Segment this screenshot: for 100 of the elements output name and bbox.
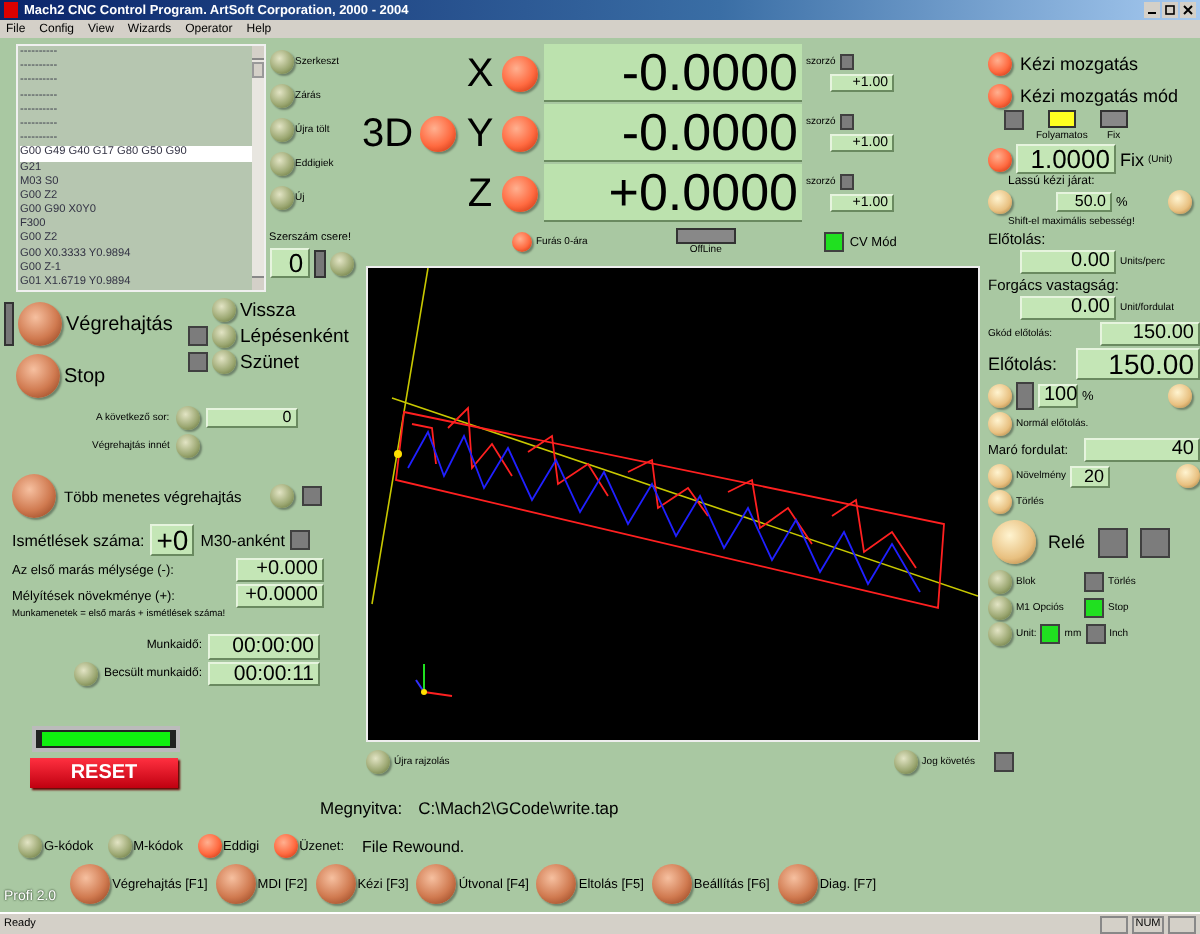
estimate-field[interactable]: 00:00:11 [208,661,320,686]
round-button[interactable] [107,834,132,858]
multiplier-indicator [839,174,854,190]
scrollbar[interactable] [251,46,264,290]
status-message: File Rewound. [362,837,465,855]
jog-mode-button[interactable] [988,84,1012,108]
round-button[interactable] [988,464,1012,488]
single-step-button[interactable] [212,324,236,348]
spindle-field[interactable]: 40 [1084,438,1200,462]
round-button[interactable] [73,661,98,686]
multipass-button[interactable] [12,474,56,518]
jog-toggle-button[interactable] [988,52,1012,76]
program-feed-field[interactable]: 150.00 [1100,322,1200,346]
jog-mode-option[interactable] [1047,110,1076,128]
run-from-here-button[interactable] [175,434,200,458]
axis-zero-button[interactable] [502,115,538,151]
axis-label: Y [464,113,496,153]
page-tab-button[interactable] [70,864,111,904]
axis-position-field[interactable]: +0.0000 [544,164,802,222]
runtime-field[interactable]: 00:00:00 [208,634,320,659]
stop-button[interactable] [16,354,60,398]
chip-load-field[interactable]: 0.00 [1020,296,1116,320]
round-button[interactable] [269,117,294,141]
page-tab-button[interactable] [777,864,818,904]
cycle-start-button[interactable] [18,302,62,346]
app-logo-icon [4,2,18,18]
jog-follow-button[interactable] [893,750,918,774]
round-button[interactable] [18,834,42,858]
relay-label: Relé [1048,532,1086,552]
axis-position-field[interactable]: -0.0000 [544,44,802,102]
cycle-start-label: Végrehajtás [66,313,173,335]
minimize-icon[interactable] [1144,2,1160,18]
page-tab-button[interactable] [315,864,356,904]
zero-button[interactable] [512,232,532,252]
page-tab-button[interactable] [536,864,577,904]
first-depth-field[interactable]: +0.000 [236,558,324,582]
unit-option[interactable] [1040,624,1061,644]
normal-feed-button[interactable] [988,412,1012,436]
jog-mode-option[interactable] [1099,110,1128,128]
unit-option[interactable] [1085,624,1106,644]
pause-button[interactable] [212,350,236,374]
pause-label: Szünet [240,351,300,373]
relay-button[interactable] [992,520,1036,564]
axis-position-field[interactable]: -0.0000 [544,104,802,162]
increase-button[interactable] [1168,190,1192,214]
step-button[interactable] [988,147,1012,171]
axis-zero-button[interactable] [502,55,538,91]
axis-label: Z [465,173,495,213]
offline-switch[interactable] [675,228,736,244]
step-mode-label: Fix [1120,149,1144,169]
spindle-increment-field[interactable]: 20 [1070,465,1111,487]
reset-button[interactable]: RESET [30,758,178,788]
feedrate-label: Előtolás: [988,354,1058,374]
m30-label: M30-anként [200,531,285,549]
axis-label: X [464,53,496,93]
round-button[interactable] [329,251,354,275]
round-button[interactable] [273,834,298,858]
jog-mode-label: Kézi mozgatás mód [1020,86,1179,106]
repeat-count-field[interactable]: +0 [150,524,195,556]
increase-button[interactable] [1168,384,1192,408]
maximize-icon[interactable] [1162,2,1178,18]
repeat-count-label: Ismétlések száma: [12,531,145,549]
round-button[interactable] [269,151,294,175]
slow-jog-field[interactable]: 50.0 [1056,192,1112,212]
option-button[interactable] [988,570,1012,594]
close-icon[interactable] [1180,2,1196,18]
step-field[interactable]: 1.0000 [1016,144,1116,174]
units-button[interactable] [988,622,1012,646]
redraw-button[interactable] [366,750,390,774]
round-button[interactable] [175,406,200,430]
round-button[interactable] [269,83,294,107]
next-line-field[interactable]: 0 [205,408,298,428]
spindle-reset-button[interactable] [988,490,1012,514]
tool-number-field[interactable]: 0 [269,248,310,278]
page-tab-button[interactable] [215,864,256,904]
feed-field[interactable]: 0.00 [1020,250,1116,274]
option-button[interactable] [988,596,1012,620]
rewind-label: Vissza [240,299,296,321]
decrease-button[interactable] [988,384,1012,408]
feed-override-field[interactable]: 100 [1038,384,1078,408]
side-indicator [4,302,14,346]
rewind-button[interactable] [212,298,236,322]
page-tab-button[interactable] [651,864,692,904]
status-panel [1100,915,1128,933]
decrease-button[interactable] [988,190,1012,214]
round-button[interactable] [269,185,294,209]
3d-button[interactable] [419,115,456,151]
axis-zero-button[interactable] [502,175,538,211]
round-button[interactable] [269,484,294,508]
round-button[interactable] [1176,464,1200,488]
multiplier-indicator [839,54,854,70]
feedrate-field[interactable]: 150.00 [1076,348,1200,380]
3d-label: 3D [362,113,414,153]
depth-increment-field[interactable]: +0.0000 [236,584,324,608]
round-button[interactable] [197,834,222,858]
round-button[interactable] [269,49,294,73]
axis-triad-icon [415,663,453,697]
toolpath-view[interactable] [366,266,980,742]
multiplier-indicator [839,114,854,130]
page-tab-button[interactable] [416,864,457,904]
